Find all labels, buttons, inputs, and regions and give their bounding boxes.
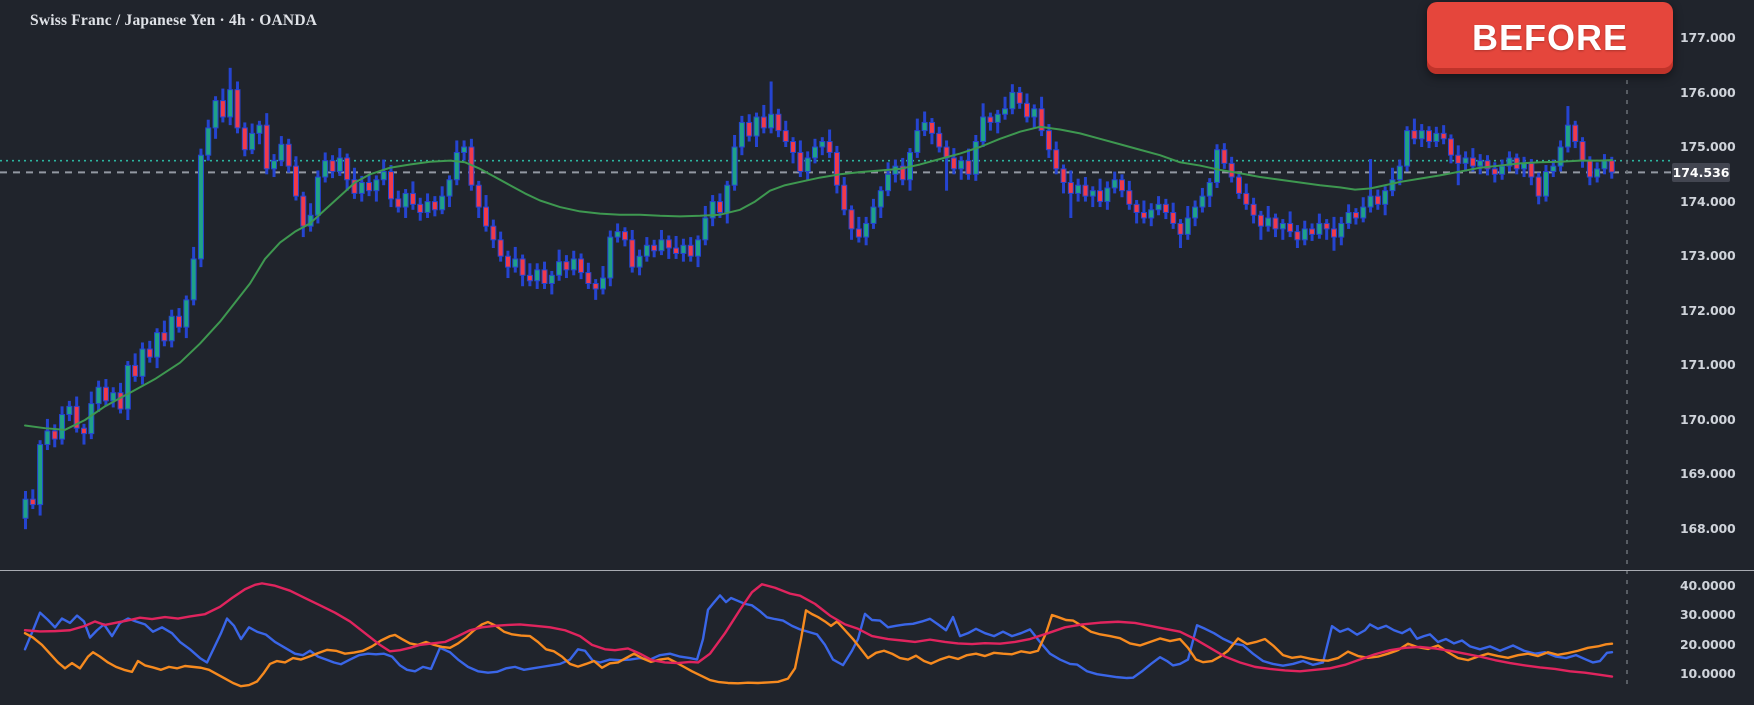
indicator-tick-label: 30.0000	[1680, 607, 1736, 623]
price-tick-label: 176.000	[1680, 85, 1736, 101]
current-price-label: 174.536	[1672, 163, 1730, 182]
price-tick-label: 169.000	[1680, 466, 1736, 482]
chart-window: Swiss Franc / Japanese Yen · 4h · OANDA …	[0, 0, 1754, 705]
price-tick-label: 172.000	[1680, 303, 1736, 319]
price-tick-label: 171.000	[1680, 357, 1736, 373]
symbol-title[interactable]: Swiss Franc / Japanese Yen · 4h · OANDA	[30, 12, 317, 30]
indicator-tick-label: 20.0000	[1680, 637, 1736, 653]
price-tick-label: 177.000	[1680, 30, 1736, 46]
indicator-lines	[25, 583, 1612, 686]
price-tick-label: 170.000	[1680, 412, 1736, 428]
indicator-tick-label: 40.0000	[1680, 578, 1736, 594]
orange-line	[25, 610, 1612, 686]
indicator-tick-label: 10.0000	[1680, 666, 1736, 682]
price-tick-label: 174.000	[1680, 194, 1736, 210]
price-tick-label: 173.000	[1680, 248, 1736, 264]
pink-line	[25, 583, 1612, 676]
price-tick-label: 175.000	[1680, 139, 1736, 155]
before-badge: BEFORE	[1427, 2, 1673, 74]
price-tick-label: 168.000	[1680, 521, 1736, 537]
pane-divider[interactable]	[0, 570, 1754, 571]
chart-canvas[interactable]	[0, 0, 1754, 705]
before-badge-label: BEFORE	[1472, 17, 1628, 59]
candlestick-series	[23, 68, 1614, 529]
